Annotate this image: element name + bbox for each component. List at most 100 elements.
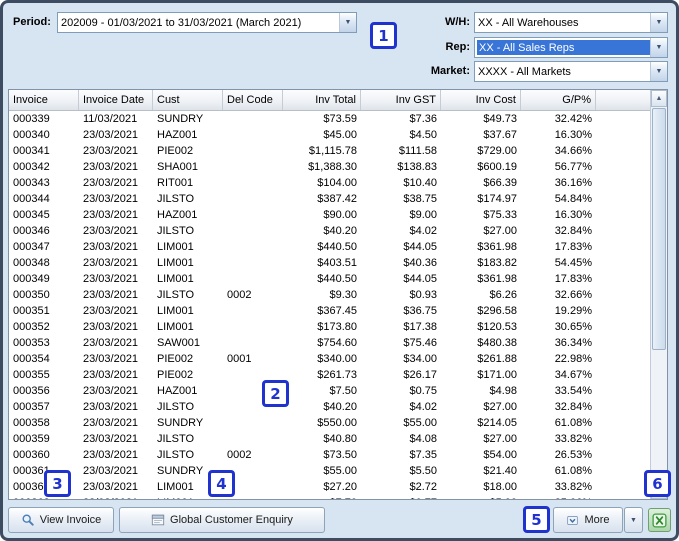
table-row[interactable]: 000346 23/03/2021 JILSTO $40.20 $4.02 $27.00 3… xyxy=(9,223,650,239)
cell-filler xyxy=(596,175,650,191)
cell-cust: PIE002 xyxy=(157,145,194,157)
period-select[interactable]: 202009 - 01/03/2021 to 31/03/2021 (March… xyxy=(57,12,357,33)
cell-inv-cost: $480.38 xyxy=(477,337,517,349)
cell-gp-percent: 56.77% xyxy=(554,161,592,173)
chevron-down-icon: ▼ xyxy=(650,62,667,81)
table-row[interactable]: 000343 23/03/2021 RIT001 $104.00 $10.40 $66.3… xyxy=(9,175,650,191)
table-row[interactable]: 00036323/03/2021LIM001$7.70$0.77$5.0035.… xyxy=(9,495,650,499)
table-row[interactable]: 000354 23/03/2021 PIE002 0001 $340.00 $34.00 $… xyxy=(9,351,650,367)
chevron-down-icon: ▼ xyxy=(650,13,667,32)
cell-cust: PIE002 xyxy=(157,353,194,365)
cell-invoice: 000347 xyxy=(13,241,50,253)
cell-filler xyxy=(596,351,650,367)
cell-filler xyxy=(596,319,650,335)
column-header-gp-percent[interactable]: G/P% xyxy=(521,90,596,110)
table-row[interactable]: 000339 11/03/2021 SUNDRY $73.59 $7.36 $49.73 3… xyxy=(9,111,650,127)
table-row[interactable]: 000361 23/03/2021 SUNDRY $55.00 $5.50 $21.40 6… xyxy=(9,463,650,479)
table-row[interactable]: 000340 23/03/2021 HAZ001 $45.00 $4.50 $37.67 1… xyxy=(9,127,650,143)
period-label: Period: xyxy=(13,16,51,28)
more-split-arrow-button[interactable]: ▼ xyxy=(624,507,643,533)
cell-gp-percent: 32.66% xyxy=(554,289,592,301)
cell-cust: JILSTO xyxy=(157,433,195,445)
table-row[interactable]: 000347 23/03/2021 LIM001 $440.50 $44.05 $361.… xyxy=(9,239,650,255)
table-row[interactable]: 000350 23/03/2021 JILSTO 0002 $9.30 $0.93 $6.2… xyxy=(9,287,650,303)
scrollbar-thumb[interactable] xyxy=(652,108,666,350)
cell-cust: JILSTO xyxy=(157,449,195,461)
warehouse-select[interactable]: XX - All Warehouses ▼ xyxy=(474,12,668,33)
column-header-inv-cost[interactable]: Inv Cost xyxy=(441,90,521,110)
cell-inv-total: $73.50 xyxy=(323,449,357,461)
cell-inv-gst: $0.75 xyxy=(409,385,437,397)
column-header-inv-total[interactable]: Inv Total xyxy=(283,90,361,110)
cell-gp-percent: 33.82% xyxy=(554,433,592,445)
chevron-down-icon: ▼ xyxy=(339,13,356,32)
cell-invoice: 000341 xyxy=(13,145,50,157)
invoice-table-body: 000339 11/03/2021 SUNDRY $73.59 $7.36 $49.73 3… xyxy=(9,111,650,499)
table-row[interactable]: 000359 23/03/2021 JILSTO $40.80 $4.08 $27.00 3… xyxy=(9,431,650,447)
more-button[interactable]: More xyxy=(553,507,623,533)
cell-inv-total: $367.45 xyxy=(317,305,357,317)
table-row[interactable]: 000355 23/03/2021 PIE002 $261.73 $26.17 $171.… xyxy=(9,367,650,383)
cell-inv-total: $387.42 xyxy=(317,193,357,205)
cell-filler xyxy=(596,159,650,175)
table-row[interactable]: 000360 23/03/2021 JILSTO 0002 $73.50 $7.35 $54… xyxy=(9,447,650,463)
global-customer-enquiry-button[interactable]: Global Customer Enquiry xyxy=(119,507,325,533)
table-row[interactable]: 000348 23/03/2021 LIM001 $403.51 $40.36 $183.… xyxy=(9,255,650,271)
cell-inv-total: $440.50 xyxy=(317,241,357,253)
table-row[interactable]: 000353 23/03/2021 SAW001 $754.60 $75.46 $480.… xyxy=(9,335,650,351)
table-row[interactable]: 000358 23/03/2021 SUNDRY $550.00 $55.00 $214.… xyxy=(9,415,650,431)
column-header-invoice-date[interactable]: Invoice Date xyxy=(79,90,153,110)
table-row[interactable]: 000357 23/03/2021 JILSTO $40.20 $4.02 $27.00 3… xyxy=(9,399,650,415)
view-invoice-button[interactable]: View Invoice xyxy=(8,507,114,533)
cell-gp-percent: 35.06% xyxy=(521,495,596,499)
cell-inv-total: $340.00 xyxy=(317,353,357,365)
cell-gp-percent: 32.84% xyxy=(554,401,592,413)
table-row[interactable]: 000342 23/03/2021 SHA001 $1,388.30 $138.83 $6… xyxy=(9,159,650,175)
table-row[interactable]: 000344 23/03/2021 JILSTO $387.42 $38.75 $174.… xyxy=(9,191,650,207)
cell-del-code xyxy=(223,415,283,431)
cell-invoice-date: 23/03/2021 xyxy=(83,145,139,157)
column-header-del-code[interactable]: Del Code xyxy=(223,90,283,110)
cell-filler xyxy=(596,127,650,143)
table-row[interactable]: 000351 23/03/2021 LIM001 $367.45 $36.75 $296.… xyxy=(9,303,650,319)
cell-inv-cost: $4.98 xyxy=(489,385,517,397)
vertical-scrollbar[interactable]: ▲ ▼ xyxy=(650,90,667,499)
cell-invoice: 000340 xyxy=(13,129,50,141)
table-row[interactable]: 000345 23/03/2021 HAZ001 $90.00 $9.00 $75.33 1… xyxy=(9,207,650,223)
cell-inv-gst: $44.05 xyxy=(403,241,437,253)
rep-select[interactable]: XX - All Sales Reps ▼ xyxy=(474,37,668,58)
annotation-badge-4: 4 xyxy=(208,470,235,497)
table-row[interactable]: 000362 23/03/2021 LIM001 $27.20 $2.72 $18.00 3… xyxy=(9,479,650,495)
table-row[interactable]: 000356 23/03/2021 HAZ001 $7.50 $0.75 $4.98 33.… xyxy=(9,383,650,399)
cell-cust: RIT001 xyxy=(157,177,194,189)
cell-inv-total: $173.80 xyxy=(317,321,357,333)
column-header-invoice[interactable]: Invoice xyxy=(9,90,79,110)
cell-inv-total: $261.73 xyxy=(317,369,357,381)
cell-inv-gst: $38.75 xyxy=(403,193,437,205)
cell-gp-percent: 30.65% xyxy=(554,321,592,333)
cell-invoice-date: 23/03/2021 xyxy=(83,449,139,461)
column-header-inv-gst[interactable]: Inv GST xyxy=(361,90,441,110)
table-row[interactable]: 000341 23/03/2021 PIE002 $1,115.78 $111.58 $7… xyxy=(9,143,650,159)
table-row[interactable]: 000352 23/03/2021 LIM001 $173.80 $17.38 $120.… xyxy=(9,319,650,335)
market-label: Market: xyxy=(430,65,470,77)
cell-gp-percent: 32.42% xyxy=(554,113,592,125)
cell-inv-gst: $111.58 xyxy=(398,145,437,157)
period-value: 202009 - 01/03/2021 to 31/03/2021 (March… xyxy=(61,16,302,29)
export-to-excel-button[interactable] xyxy=(648,508,671,532)
cell-gp-percent: 26.53% xyxy=(554,449,592,461)
cell-invoice-date: 23/03/2021 xyxy=(83,305,139,317)
cell-inv-cost: $214.05 xyxy=(477,417,517,429)
cell-del-code xyxy=(223,127,283,143)
cell-gp-percent: 54.84% xyxy=(554,193,592,205)
cell-invoice-date: 23/03/2021 xyxy=(83,241,139,253)
cell-inv-gst: $34.00 xyxy=(403,353,437,365)
cell-del-code xyxy=(223,431,283,447)
table-row[interactable]: 000349 23/03/2021 LIM001 $440.50 $44.05 $361.… xyxy=(9,271,650,287)
cell-inv-total: $73.59 xyxy=(323,113,357,125)
scroll-up-button[interactable]: ▲ xyxy=(651,90,667,107)
cell-inv-total: $27.20 xyxy=(323,481,357,493)
cell-inv-gst: $0.77 xyxy=(361,495,441,499)
market-select[interactable]: XXXX - All Markets ▼ xyxy=(474,61,668,82)
column-header-cust[interactable]: Cust xyxy=(153,90,223,110)
